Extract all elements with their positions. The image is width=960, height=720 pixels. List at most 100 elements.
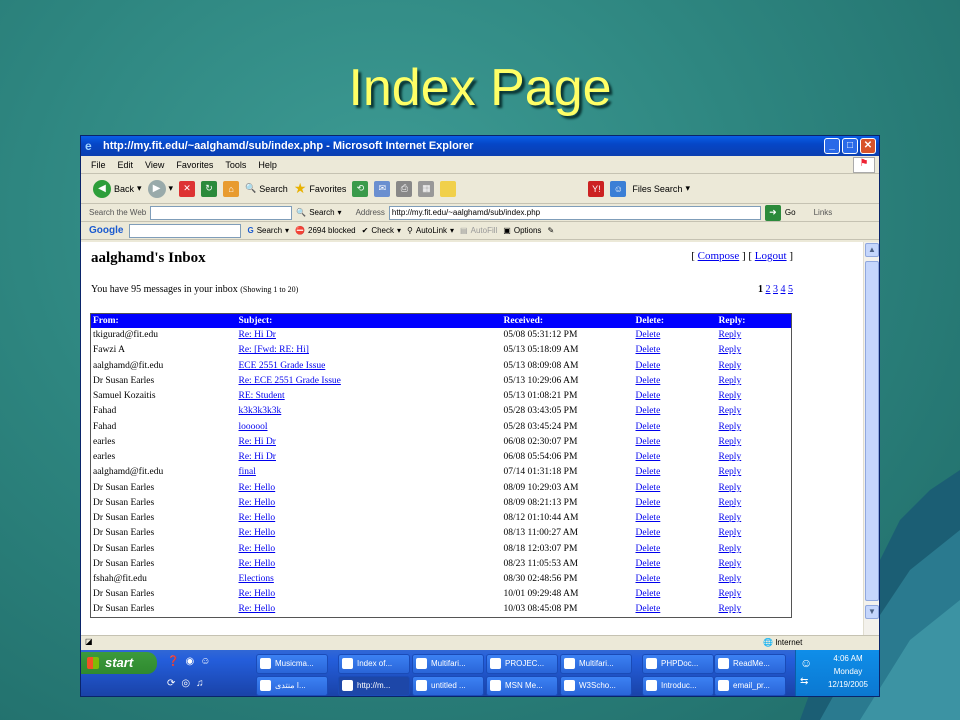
scroll-down-icon[interactable]: ▼	[865, 605, 879, 619]
reply-link[interactable]: Reply	[719, 437, 742, 447]
menu-tools[interactable]: Tools	[225, 160, 246, 170]
window-titlebar[interactable]: e http://my.fit.edu/~aalghamd/sub/index.…	[81, 136, 879, 156]
delete-link[interactable]: Delete	[636, 437, 661, 447]
reply-link[interactable]: Reply	[719, 604, 742, 614]
subject-link[interactable]: Re: Hello	[239, 544, 276, 554]
search-web-input[interactable]	[150, 205, 293, 220]
reply-link[interactable]: Reply	[719, 406, 742, 416]
delete-link[interactable]: Delete	[636, 452, 661, 462]
subject-link[interactable]: RE: Student	[239, 391, 285, 401]
delete-link[interactable]: Delete	[636, 345, 661, 355]
reply-link[interactable]: Reply	[719, 589, 742, 599]
delete-link[interactable]: Delete	[636, 513, 661, 523]
page-link[interactable]: 4	[781, 284, 786, 295]
network-tray-icon[interactable]: ⇆	[800, 676, 808, 687]
media-icon[interactable]: ◎	[181, 678, 190, 689]
go-icon[interactable]: ➜	[764, 204, 781, 221]
subject-link[interactable]: Re: Hello	[239, 559, 276, 569]
taskbar-button[interactable]: W3Scho...	[560, 676, 632, 696]
delete-link[interactable]: Delete	[636, 483, 661, 493]
taskbar-button[interactable]: Introduc...	[642, 676, 714, 696]
smiley-icon[interactable]: ☺	[200, 656, 210, 667]
search-web-button[interactable]: 🔍 Search ▾	[296, 208, 341, 217]
minimize-button[interactable]: _	[824, 138, 840, 154]
delete-link[interactable]: Delete	[636, 589, 661, 599]
autofill-button[interactable]: ▤ AutoFill	[460, 226, 497, 235]
delete-link[interactable]: Delete	[636, 544, 661, 554]
subject-link[interactable]: Re: Hi Dr	[239, 330, 276, 340]
menu-file[interactable]: File	[91, 160, 106, 170]
subject-link[interactable]: Elections	[239, 574, 274, 584]
favorites-button[interactable]: ★ Favorites	[294, 180, 347, 197]
scroll-thumb[interactable]	[865, 261, 879, 601]
delete-link[interactable]: Delete	[636, 604, 661, 614]
music-icon[interactable]: ♫	[196, 678, 204, 689]
messenger-tray-icon[interactable]: ☺	[800, 656, 812, 670]
messenger-icon[interactable]: ☺	[610, 180, 627, 197]
popup-blocker-button[interactable]: ⛔ 2694 blocked	[295, 226, 356, 235]
edit-icon[interactable]: ▦	[418, 180, 435, 197]
delete-link[interactable]: Delete	[636, 528, 661, 538]
taskbar-button[interactable]: ReadMe...	[714, 654, 786, 674]
forward-button[interactable]: ▶ ▾	[147, 179, 173, 198]
menu-help[interactable]: Help	[258, 160, 277, 170]
subject-link[interactable]: Re: Hello	[239, 528, 276, 538]
reply-link[interactable]: Reply	[719, 345, 742, 355]
delete-link[interactable]: Delete	[636, 361, 661, 371]
subject-link[interactable]: k3k3k3k3k	[239, 406, 282, 416]
reply-link[interactable]: Reply	[719, 574, 742, 584]
yahoo-icon[interactable]: Y!	[588, 180, 605, 197]
taskbar-button[interactable]: Multifari...	[412, 654, 484, 674]
reply-link[interactable]: Reply	[719, 513, 742, 523]
links-label[interactable]: Links	[814, 208, 833, 217]
google-search-input[interactable]	[129, 223, 242, 238]
browser-icon[interactable]: ◉	[185, 656, 194, 667]
vertical-scrollbar[interactable]: ▲ ▼	[863, 242, 879, 635]
start-button[interactable]: start	[81, 652, 157, 674]
delete-link[interactable]: Delete	[636, 498, 661, 508]
reply-link[interactable]: Reply	[719, 391, 742, 401]
reply-link[interactable]: Reply	[719, 498, 742, 508]
back-button[interactable]: ◀ Back ▾	[93, 179, 142, 198]
help-icon[interactable]: ❓	[167, 656, 179, 667]
delete-link[interactable]: Delete	[636, 467, 661, 477]
taskbar-button[interactable]: منتدى I...	[256, 676, 328, 696]
reply-link[interactable]: Reply	[719, 422, 742, 432]
subject-link[interactable]: loooool	[239, 422, 268, 432]
taskbar-button[interactable]: Musicma...	[256, 654, 328, 674]
reply-link[interactable]: Reply	[719, 544, 742, 554]
subject-link[interactable]: Re: Hello	[239, 604, 276, 614]
subject-link[interactable]: Re: Hello	[239, 513, 276, 523]
delete-link[interactable]: Delete	[636, 391, 661, 401]
reply-link[interactable]: Reply	[719, 330, 742, 340]
delete-link[interactable]: Delete	[636, 406, 661, 416]
reply-link[interactable]: Reply	[719, 376, 742, 386]
refresh-icon[interactable]: ↻	[201, 180, 218, 197]
history-icon[interactable]: ⟲	[352, 180, 369, 197]
reply-link[interactable]: Reply	[719, 452, 742, 462]
menu-edit[interactable]: Edit	[118, 160, 134, 170]
delete-link[interactable]: Delete	[636, 422, 661, 432]
menu-view[interactable]: View	[145, 160, 164, 170]
google-logo[interactable]: Google	[89, 225, 123, 236]
delete-link[interactable]: Delete	[636, 330, 661, 340]
stop-icon[interactable]: ✕	[179, 180, 196, 197]
taskbar-button[interactable]: PROJEC...	[486, 654, 558, 674]
reply-link[interactable]: Reply	[719, 467, 742, 477]
delete-link[interactable]: Delete	[636, 559, 661, 569]
taskbar-button[interactable]: untitled ...	[412, 676, 484, 696]
maximize-button[interactable]: □	[842, 138, 858, 154]
taskbar-button[interactable]: PHPDoc...	[642, 654, 714, 674]
page-link[interactable]: 5	[788, 284, 793, 295]
logout-link[interactable]: Logout	[755, 250, 787, 262]
subject-link[interactable]: ECE 2551 Grade Issue	[239, 361, 326, 371]
google-search-button[interactable]: G Search ▾	[247, 226, 289, 235]
close-button[interactable]: ✕	[860, 138, 876, 154]
delete-link[interactable]: Delete	[636, 574, 661, 584]
discuss-icon[interactable]	[440, 180, 457, 197]
subject-link[interactable]: Re: Hi Dr	[239, 452, 276, 462]
reply-link[interactable]: Reply	[719, 483, 742, 493]
subject-link[interactable]: Re: ECE 2551 Grade Issue	[239, 376, 341, 386]
options-button[interactable]: ▣ Options	[503, 226, 541, 235]
address-input[interactable]: http://my.fit.edu/~aalghamd/sub/index.ph…	[388, 205, 761, 220]
